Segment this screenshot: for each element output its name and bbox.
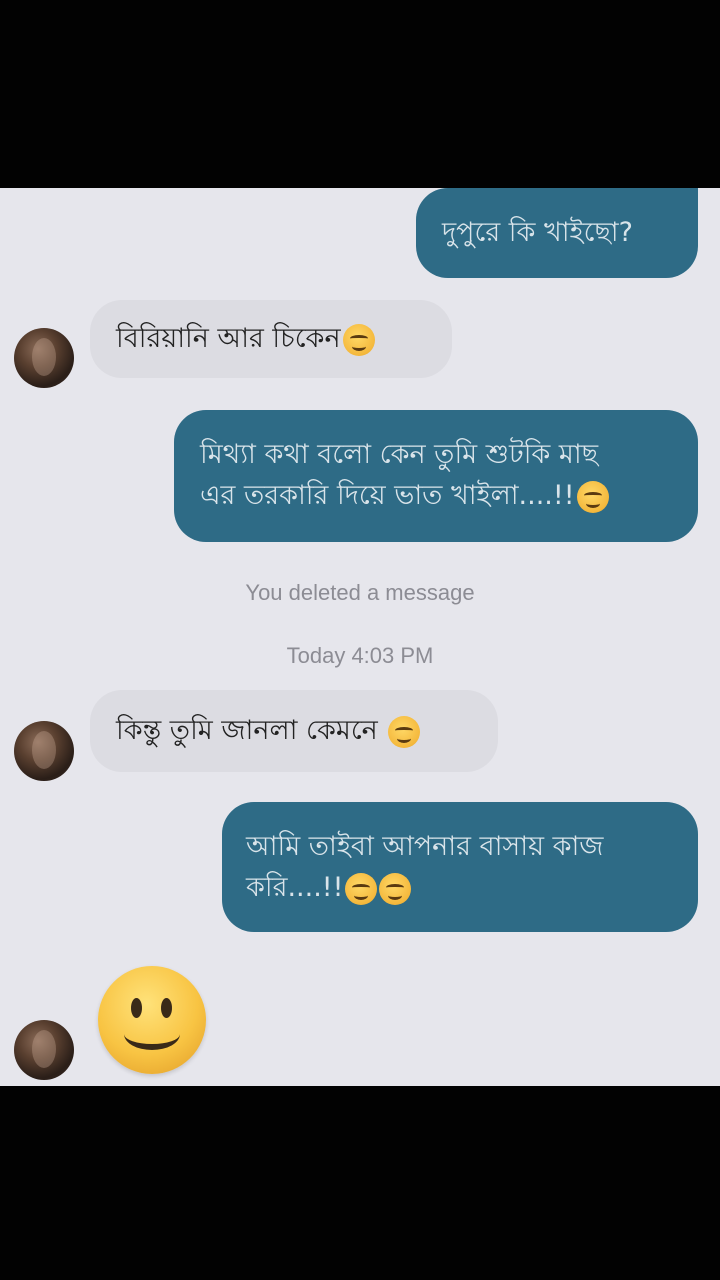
message-text-line: আমি তাইবা আপনার বাসায় কাজ (246, 831, 604, 862)
message-text-line: এর তরকারি দিয়ে ভাত খাইলা....!! (200, 480, 575, 511)
incoming-message[interactable]: কিন্তু তুমি জানলা কেমনে (90, 690, 498, 772)
deleted-message-notice: You deleted a message (245, 580, 475, 605)
contact-avatar[interactable] (14, 328, 74, 388)
unamused-face-icon (576, 480, 609, 513)
message-text: দুপুরে কি খাইছো? (442, 217, 633, 248)
message-text-line: মিথ্যা কথা বলো কেন তুমি শুটকি মাছ (200, 439, 599, 470)
emoji-eye (161, 998, 172, 1018)
letterbox-top (0, 0, 720, 188)
smiling-face-icon (342, 323, 375, 356)
message-text: কিন্তু তুমি জানলা কেমনে (116, 715, 387, 746)
outgoing-message[interactable]: আমি তাইবা আপনার বাসায় কাজ করি....!! (222, 802, 698, 932)
contact-avatar[interactable] (14, 721, 74, 781)
slightly-smiling-face-icon[interactable] (98, 966, 206, 1074)
smiling-face-icon (388, 715, 421, 748)
crying-face-icon (345, 872, 378, 905)
message-text: বিরিয়ানি আর চিকেন (116, 323, 341, 354)
letterbox-bottom (0, 1086, 720, 1280)
message-text-line: করি....!! (246, 872, 344, 903)
incoming-message[interactable]: বিরিয়ানি আর চিকেন (90, 300, 452, 378)
outgoing-message[interactable]: মিথ্যা কথা বলো কেন তুমি শুটকি মাছ এর তরক… (174, 410, 698, 542)
emoji-mouth (124, 1018, 180, 1050)
contact-avatar[interactable] (14, 1020, 74, 1080)
outgoing-message[interactable]: দুপুরে কি খাইছো? (416, 188, 698, 278)
emoji-eye (131, 998, 142, 1018)
chat-thread: দুপুরে কি খাইছো? বিরিয়ানি আর চিকেন মিথ্… (0, 188, 720, 1086)
timestamp: Today 4:03 PM (286, 643, 434, 668)
unamused-face-icon (379, 872, 412, 905)
